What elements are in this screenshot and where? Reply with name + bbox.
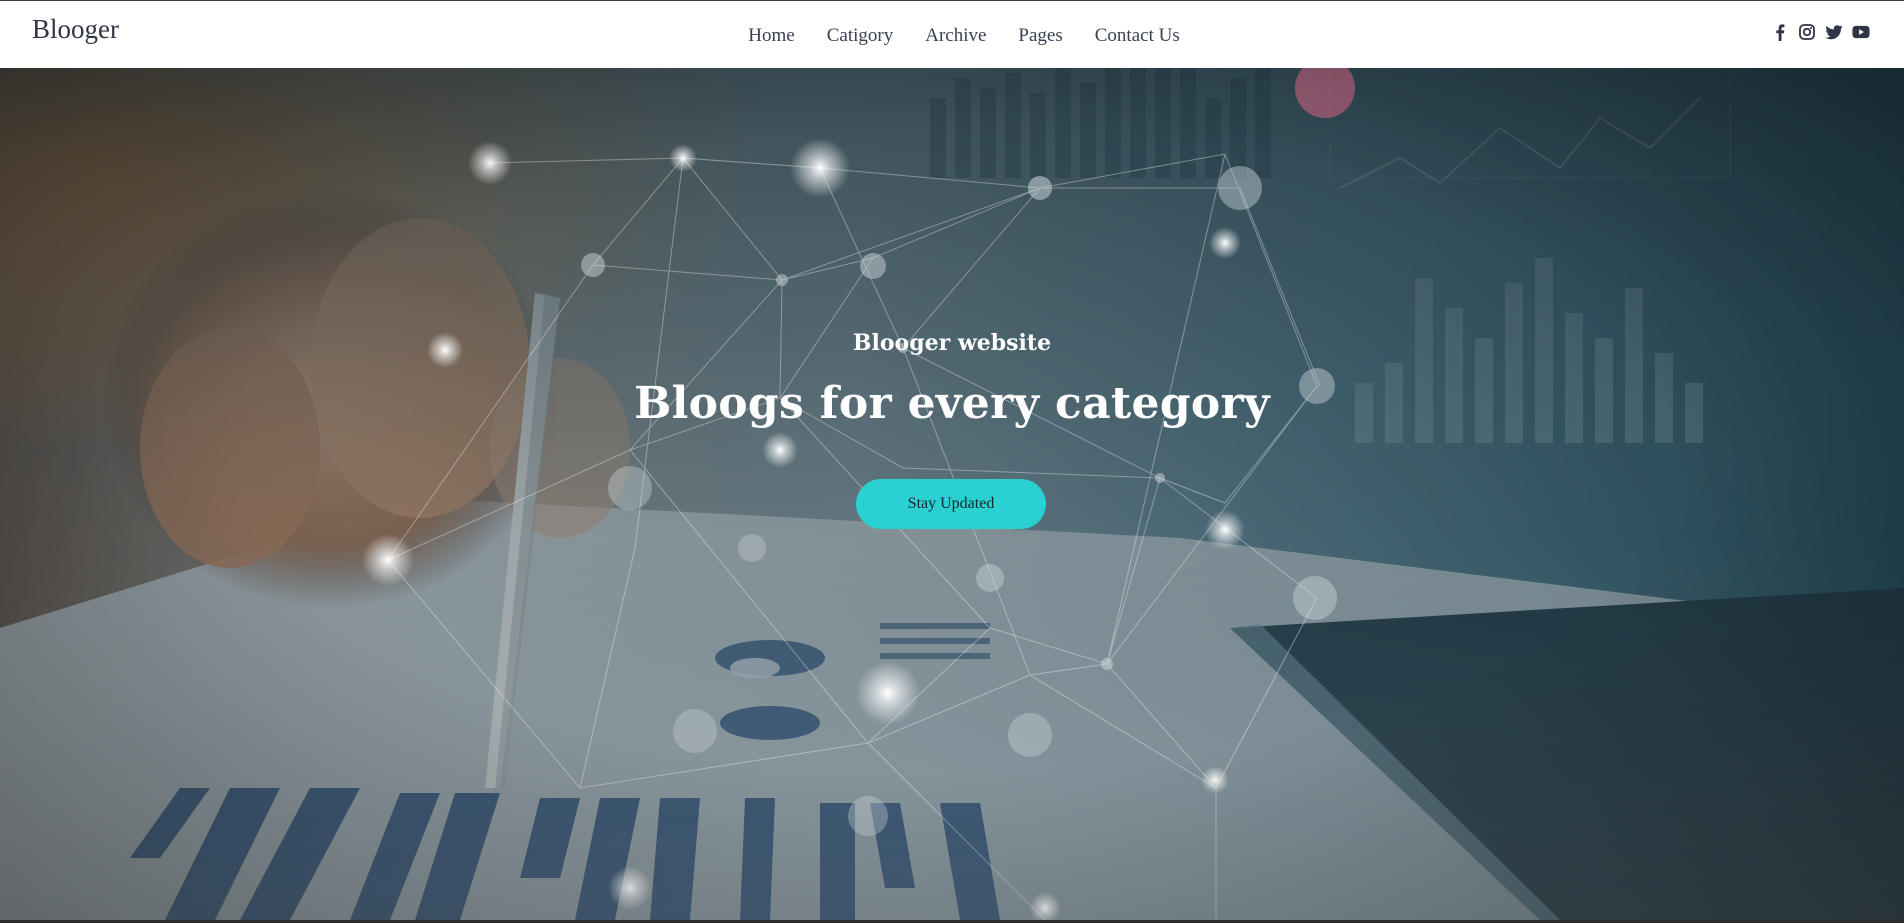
hero-kicker: Blooger website	[852, 330, 1052, 356]
twitter-icon[interactable]	[1825, 23, 1843, 41]
facebook-icon[interactable]	[1771, 23, 1789, 41]
stay-updated-button[interactable]: Stay Updated	[856, 479, 1046, 529]
hero-content: Blooger website Bloogs for every categor…	[0, 68, 1904, 920]
nav-link-archive[interactable]: Archive	[925, 25, 986, 47]
brand-logo[interactable]: Blooger	[32, 14, 119, 45]
hero-section: Blooger website Bloogs for every categor…	[0, 68, 1904, 920]
youtube-icon[interactable]	[1852, 23, 1870, 41]
nav-link-pages[interactable]: Pages	[1018, 25, 1062, 47]
hero-title: Bloogs for every category	[634, 378, 1270, 429]
instagram-icon[interactable]	[1798, 23, 1816, 41]
page: Blooger Home Catigory Archive Pages Cont…	[0, 0, 1904, 923]
nav-link-home[interactable]: Home	[748, 25, 794, 47]
main-nav: Home Catigory Archive Pages Contact Us	[0, 25, 1904, 47]
nav-link-contact[interactable]: Contact Us	[1095, 25, 1180, 47]
nav-link-category[interactable]: Catigory	[827, 25, 894, 47]
social-links	[1771, 23, 1870, 41]
navbar: Blooger Home Catigory Archive Pages Cont…	[0, 0, 1904, 68]
